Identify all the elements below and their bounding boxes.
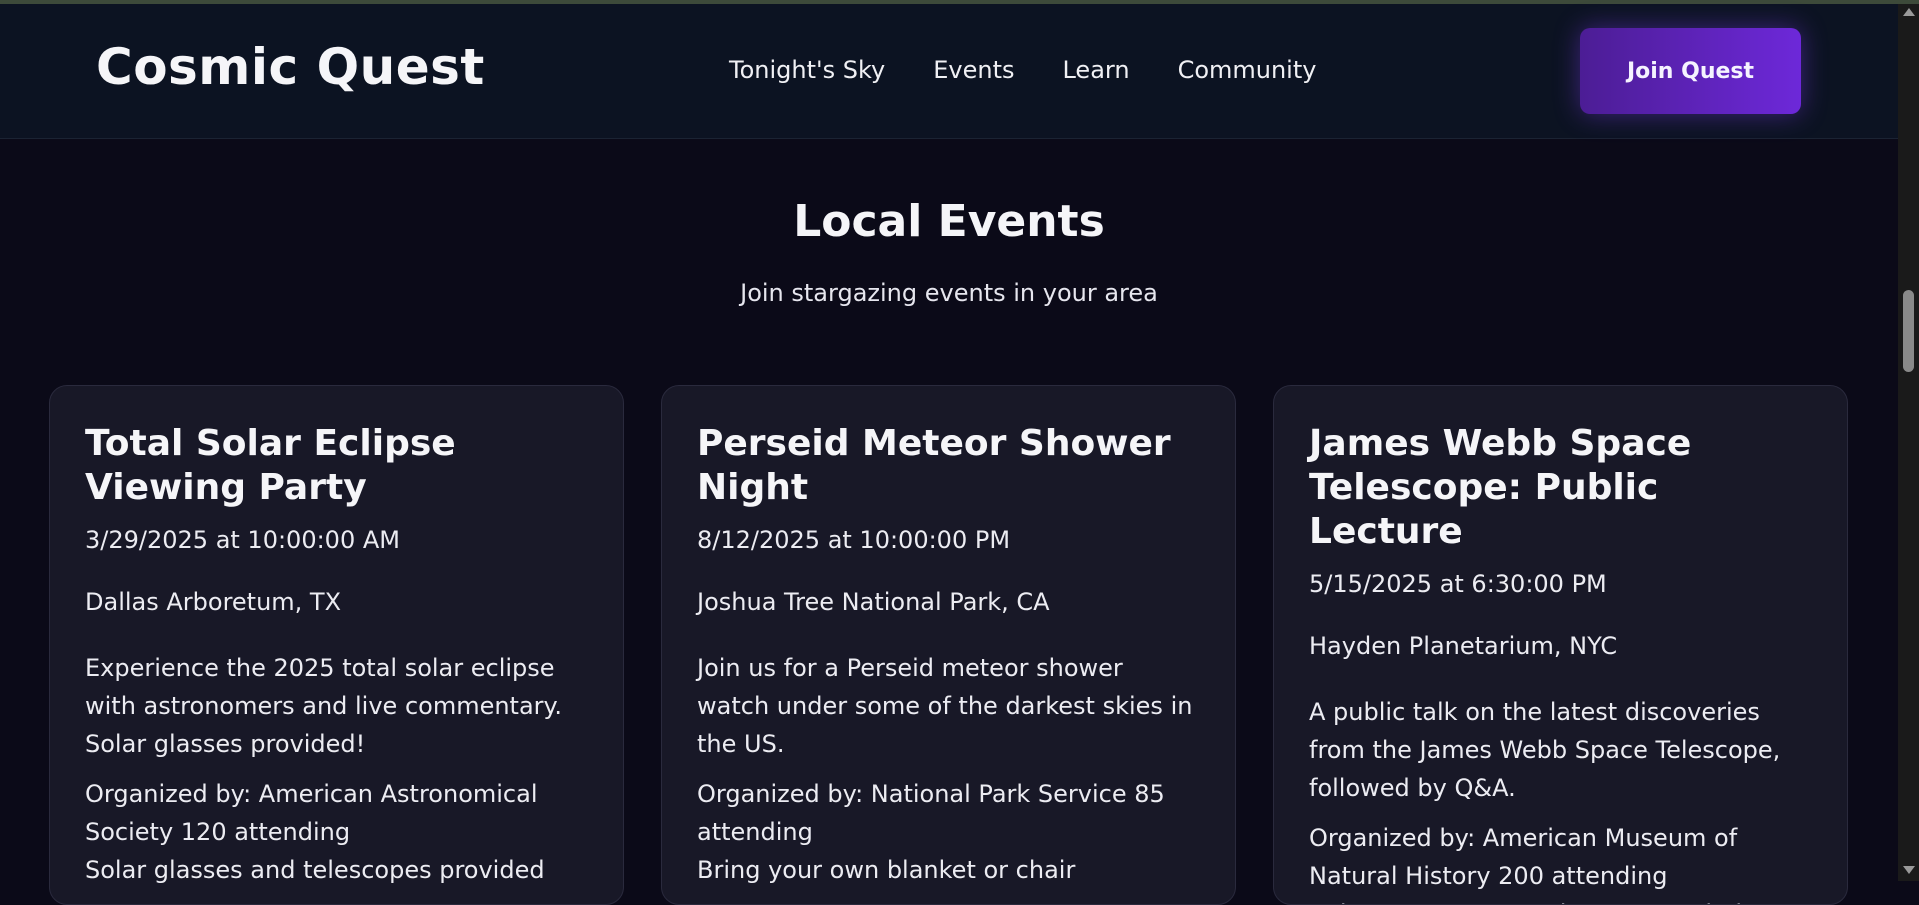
join-quest-button[interactable]: Join Quest xyxy=(1580,28,1801,114)
event-card[interactable]: Total Solar Eclipse Viewing Party 3/29/2… xyxy=(49,385,624,905)
section-title: Local Events xyxy=(793,196,1105,247)
event-location: Dallas Arboretum, TX xyxy=(85,588,342,616)
nav-community[interactable]: Community xyxy=(1178,56,1317,84)
event-note: Bring your own blanket or chair xyxy=(697,856,1076,884)
event-description: Experience the 2025 total solar eclipse … xyxy=(85,654,562,758)
event-description: A public talk on the latest discoveries … xyxy=(1309,698,1781,802)
event-organizer: Organized by: American Astronomical Soci… xyxy=(85,780,538,846)
site-header: Cosmic Quest Tonight's Sky Events Learn … xyxy=(0,4,1898,139)
nav-learn[interactable]: Learn xyxy=(1062,56,1129,84)
event-datetime: 8/12/2025 at 10:00:00 PM xyxy=(697,526,1011,554)
event-datetime: 3/29/2025 at 10:00:00 AM xyxy=(85,526,400,554)
nav-events[interactable]: Events xyxy=(933,56,1014,84)
event-location: Joshua Tree National Park, CA xyxy=(697,588,1050,616)
event-card[interactable]: Perseid Meteor Shower Night 8/12/2025 at… xyxy=(661,385,1236,905)
section-subtitle: Join stargazing events in your area xyxy=(740,279,1158,307)
scrollbar-thumb[interactable] xyxy=(1903,290,1914,372)
event-organizer: Organized by: American Museum of Natural… xyxy=(1309,824,1738,890)
vertical-scrollbar[interactable] xyxy=(1898,4,1919,881)
scroll-up-arrow-icon[interactable] xyxy=(1903,8,1915,16)
event-card[interactable]: James Webb Space Telescope: Public Lectu… xyxy=(1273,385,1848,905)
event-note: Solar glasses and telescopes provided xyxy=(85,856,545,884)
nav-tonights-sky[interactable]: Tonight's Sky xyxy=(729,56,885,84)
event-organizer: Organized by: National Park Service 85 a… xyxy=(697,780,1165,846)
scroll-down-arrow-icon[interactable] xyxy=(1903,866,1915,874)
event-datetime: 5/15/2025 at 6:30:00 PM xyxy=(1309,570,1607,598)
event-location: Hayden Planetarium, NYC xyxy=(1309,632,1618,660)
event-note: Indoor event, no equipment needed xyxy=(1309,895,1812,904)
event-title: Total Solar Eclipse Viewing Party xyxy=(85,423,456,508)
event-title: Perseid Meteor Shower Night xyxy=(697,423,1171,508)
event-title: James Webb Space Telescope: Public Lectu… xyxy=(1309,423,1692,552)
event-description: Join us for a Perseid meteor shower watc… xyxy=(697,654,1193,758)
main-nav: Tonight's Sky Events Learn Community xyxy=(729,56,1316,84)
site-logo[interactable]: Cosmic Quest xyxy=(96,38,485,96)
